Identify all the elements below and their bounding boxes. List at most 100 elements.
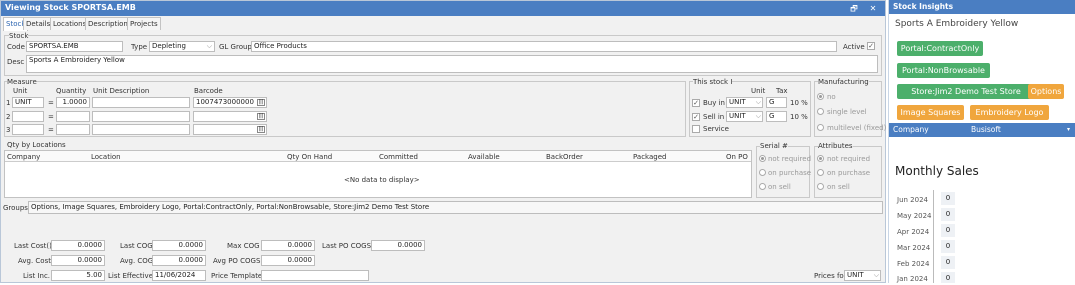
barcode-field[interactable]: ||| <box>193 124 267 135</box>
quantity-field[interactable]: 1.0000 <box>56 97 90 108</box>
chevron-down-icon: ⌵ <box>873 271 879 279</box>
sell-in-checkbox[interactable]: ✓ <box>692 113 700 121</box>
company-label: Company <box>893 125 929 134</box>
max-cog-field[interactable]: 0.0000 <box>261 240 315 251</box>
prices-for-select[interactable]: UNIT ⌵ <box>844 270 881 281</box>
unit-field[interactable] <box>12 124 44 135</box>
row-number: 1 <box>6 99 11 107</box>
group-tag-button[interactable]: Embroidery Logo <box>970 105 1049 120</box>
serial-on-purchase-radio[interactable] <box>759 169 766 176</box>
sell-unit-select[interactable]: UNIT ⌵ <box>726 111 763 122</box>
sell-in-label: Sell in <box>703 113 725 121</box>
serial-on-sell-radio[interactable] <box>759 183 766 190</box>
barcode-icon[interactable]: ||| <box>257 113 265 120</box>
barcode-field[interactable]: 1007473000000 ||| <box>193 97 267 108</box>
row-number: 2 <box>6 113 11 121</box>
sell-tax-percent: 10 % <box>790 113 808 121</box>
tab-projects[interactable]: Projects <box>127 17 161 30</box>
group-tag-button[interactable]: Store:Jim2 Demo Test Store <box>897 84 1035 99</box>
month-value: 0 <box>941 208 955 221</box>
unit-description-field[interactable] <box>92 111 190 122</box>
unit-description-field[interactable] <box>92 124 190 135</box>
active-checkbox[interactable]: ✓ <box>867 42 875 50</box>
buy-unit-select[interactable]: UNIT ⌵ <box>726 97 763 108</box>
equals-sign: = <box>48 126 54 134</box>
unit-description-field[interactable] <box>92 97 190 108</box>
column-header[interactable]: Company <box>7 153 40 161</box>
attributes-on-purchase-radio[interactable] <box>817 169 824 176</box>
avg-cog-field[interactable]: 0.0000 <box>152 255 206 266</box>
avg-cost-field[interactable]: 0.0000 <box>51 255 105 266</box>
quantity-field[interactable] <box>56 124 90 135</box>
close-icon[interactable]: ✕ <box>866 2 880 15</box>
groups-field[interactable]: Options, Image Squares, Embroidery Logo,… <box>28 201 883 214</box>
gl-group-field[interactable]: Office Products <box>251 41 837 52</box>
buy-unit-value: UNIT <box>729 98 746 106</box>
qty-locations-grid[interactable]: Company Location Qty On Hand Committed A… <box>4 150 752 198</box>
company-value: Busisoft <box>971 125 1001 134</box>
code-field[interactable]: SPORTSA.EMB <box>26 41 123 52</box>
group-tag-button[interactable]: Portal:NonBrowsable <box>897 63 990 78</box>
last-cog-field[interactable]: 0.0000 <box>152 240 206 251</box>
manufacturing-no-radio[interactable] <box>817 93 824 100</box>
buy-in-checkbox[interactable]: ✓ <box>692 99 700 107</box>
month-value: 0 <box>941 272 955 283</box>
manufacturing-multilevel-radio[interactable] <box>817 124 824 131</box>
restore-icon[interactable]: 🗗 <box>847 2 861 15</box>
list-inc-label: List Inc. <box>23 272 51 280</box>
month-value: 0 <box>941 240 955 253</box>
chevron-down-icon: ⌵ <box>755 112 761 120</box>
price-template-label: Price Template <box>211 272 263 280</box>
stock-section-label: Stock <box>9 32 29 40</box>
avg-po-cogs-field[interactable]: 0.0000 <box>261 255 315 266</box>
barcode-icon[interactable]: ||| <box>257 99 265 106</box>
sell-tax-field[interactable]: G <box>766 111 787 122</box>
quantity-field[interactable] <box>56 111 90 122</box>
price-template-field[interactable] <box>261 270 369 281</box>
service-checkbox[interactable] <box>692 125 700 133</box>
group-tag-button[interactable]: Portal:ContractOnly <box>897 41 983 56</box>
manufacturing-no-label: no <box>827 93 836 101</box>
column-header[interactable]: Committed <box>379 153 418 161</box>
group-tag-button[interactable]: Image Squares <box>897 105 964 120</box>
attributes-not-required-radio[interactable] <box>817 155 824 162</box>
buy-tax-field[interactable]: G <box>766 97 787 108</box>
column-header[interactable]: Qty On Hand <box>287 153 332 161</box>
column-header[interactable]: Location <box>91 153 121 161</box>
company-bar[interactable]: Company Busisoft ▾ <box>889 123 1075 137</box>
column-header[interactable]: On PO <box>726 153 748 161</box>
month-label: Mar 2024 <box>897 244 931 252</box>
column-header[interactable]: BackOrder <box>546 153 583 161</box>
serial-label: Serial # <box>760 142 788 150</box>
group-tag-button[interactable]: Options <box>1028 84 1064 99</box>
manufacturing-single-radio[interactable] <box>817 108 824 115</box>
unit-field[interactable]: UNIT <box>12 97 44 108</box>
gl-group-label: GL Group <box>219 43 252 51</box>
type-value: Depleting <box>152 42 186 50</box>
column-header[interactable]: Available <box>468 153 500 161</box>
monthly-sales-title: Monthly Sales <box>895 164 979 178</box>
attributes-on-sell-radio[interactable] <box>817 183 824 190</box>
serial-on-sell-label: on sell <box>768 183 791 191</box>
tab-details[interactable]: Details <box>23 17 54 30</box>
list-inc-field[interactable]: 5.00 <box>51 270 105 281</box>
avg-cog-label: Avg. COG <box>120 257 154 265</box>
tab-locations[interactable]: Locations <box>50 17 90 30</box>
barcode-icon[interactable]: ||| <box>257 126 265 133</box>
desc-field[interactable]: Sports A Embroidery Yellow <box>26 55 878 73</box>
chevron-down-icon: ⌵ <box>206 42 212 50</box>
last-cost-field[interactable]: 0.0000 <box>51 240 105 251</box>
type-select[interactable]: Depleting ⌵ <box>149 41 215 52</box>
buy-tax-percent: 10 % <box>790 99 808 107</box>
list-effective-field[interactable]: 11/06/2024 <box>152 270 206 281</box>
prices-for-value: UNIT <box>847 271 864 279</box>
manufacturing-label: Manufacturing <box>818 78 869 86</box>
stock-name: Sports A Embroidery Yellow <box>895 19 1019 29</box>
month-value: 0 <box>941 192 955 205</box>
serial-not-required-radio[interactable] <box>759 155 766 162</box>
unit-field[interactable] <box>12 111 44 122</box>
last-po-cogs-field[interactable]: 0.0000 <box>371 240 425 251</box>
last-po-cogs-label: Last PO COGS <box>322 242 372 250</box>
column-header[interactable]: Packaged <box>633 153 666 161</box>
barcode-field[interactable]: ||| <box>193 111 267 122</box>
